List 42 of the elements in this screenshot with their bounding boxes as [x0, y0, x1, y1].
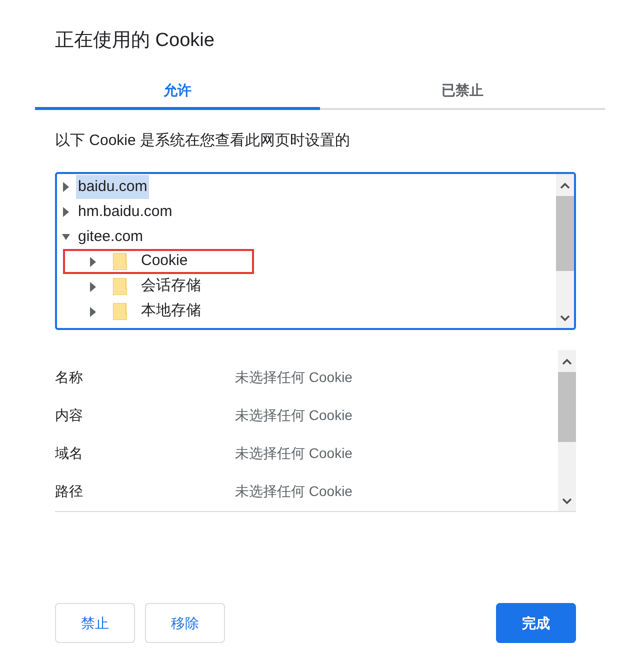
- scrollbar[interactable]: [558, 350, 576, 511]
- caret-down-icon[interactable]: [62, 232, 70, 242]
- field-value: 未选择任何 Cookie: [235, 406, 352, 425]
- caret-right-icon[interactable]: [89, 256, 97, 266]
- tab[interactable]: 允许: [35, 74, 320, 110]
- tab[interactable]: 已禁止: [320, 74, 605, 110]
- dialog-title: 正在使用的 Cookie: [55, 29, 214, 53]
- caret-right-icon[interactable]: [62, 182, 70, 192]
- scroll-down-icon[interactable]: [562, 497, 572, 505]
- field-value: 未选择任何 Cookie: [235, 444, 352, 464]
- scrollbar[interactable]: [556, 174, 574, 328]
- tree-item[interactable]: Cookie: [63, 249, 254, 274]
- tree-item[interactable]: 会话存储: [63, 274, 254, 299]
- scroll-up-icon[interactable]: [560, 182, 570, 190]
- field-value: 未选择任何 Cookie: [235, 368, 352, 387]
- scrollbar-thumb[interactable]: [558, 372, 576, 442]
- scroll-up-icon[interactable]: [562, 358, 572, 366]
- tree-label: Cookie: [141, 251, 188, 272]
- tree-label: 本地存储: [141, 301, 201, 322]
- folder-icon: [113, 303, 127, 320]
- caret-right-icon[interactable]: [89, 306, 97, 316]
- folder-icon: [113, 253, 127, 270]
- tree-item[interactable]: hm.baidu.com: [76, 200, 174, 224]
- description: 以下 Cookie 是系统在您查看此网页时设置的: [55, 130, 350, 150]
- folder-icon: [113, 278, 127, 295]
- caret-right-icon[interactable]: [89, 282, 97, 292]
- field-label: 内容: [55, 406, 84, 425]
- action-button[interactable]: 禁止: [55, 603, 135, 643]
- tree-item[interactable]: baidu.com: [76, 174, 150, 198]
- field-label: 名称: [55, 368, 84, 387]
- tree-item[interactable]: 本地存储: [63, 299, 254, 324]
- tree-item[interactable]: gitee.com: [76, 224, 146, 248]
- caret-right-icon[interactable]: [62, 206, 70, 216]
- tree-label: 会话存储: [141, 276, 201, 296]
- scroll-down-icon[interactable]: [560, 314, 570, 322]
- scrollbar-thumb[interactable]: [556, 196, 574, 271]
- field-label: 路径: [55, 482, 84, 502]
- cookie-tree[interactable]: baidu.com hm.baidu.com gitee.com Cookie 会话存储 本地存储: [55, 172, 576, 330]
- action-button[interactable]: 移除: [145, 603, 225, 643]
- field-label: 域名: [55, 444, 84, 464]
- field-value: 未选择任何 Cookie: [235, 482, 352, 502]
- done-button[interactable]: 完成: [496, 603, 576, 643]
